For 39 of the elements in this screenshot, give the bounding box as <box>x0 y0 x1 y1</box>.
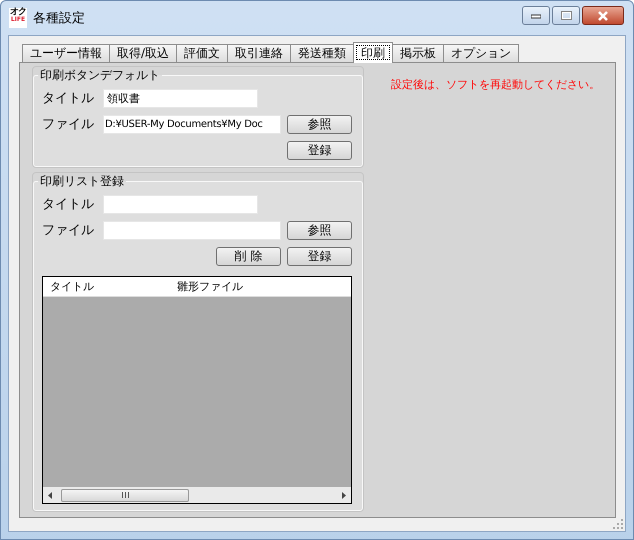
tab[interactable]: 取得/取込 <box>109 44 178 62</box>
tab[interactable]: 評価文 <box>176 44 228 62</box>
minimize-icon <box>531 12 541 18</box>
scroll-left-icon[interactable] <box>48 492 53 498</box>
group-title: 印刷リスト登録 <box>39 173 125 190</box>
scrollbar-thumb[interactable] <box>61 488 189 502</box>
close-button[interactable] <box>582 6 624 25</box>
resize-grip-icon[interactable] <box>613 519 623 529</box>
grip-icon <box>122 492 128 498</box>
group-title: 印刷ボタンデフォルト <box>39 67 161 84</box>
field-label: ファイル <box>42 116 95 133</box>
title-field[interactable] <box>103 194 258 214</box>
horizontal-scrollbar[interactable] <box>43 487 351 503</box>
field-label: タイトル <box>42 90 95 107</box>
notice-text: 設定後は、ソフトを再起動してください。 <box>391 78 600 91</box>
register-button[interactable]: 登録 <box>287 246 352 266</box>
column-header[interactable]: タイトル <box>43 279 170 294</box>
minimize-button[interactable] <box>522 6 550 25</box>
tab[interactable]: 印刷 <box>353 42 394 63</box>
window-title: 各種設定 <box>33 10 86 27</box>
title-field[interactable]: 領収書 <box>103 88 258 108</box>
tab[interactable]: 発送種類 <box>290 44 354 62</box>
field-label: タイトル <box>42 196 95 213</box>
delete-button[interactable]: 削 除 <box>216 246 281 266</box>
tab[interactable]: ユーザー情報 <box>22 44 110 62</box>
field-label: ファイル <box>42 222 95 239</box>
scroll-right-icon[interactable] <box>341 492 346 498</box>
column-header[interactable]: 雛形ファイル <box>170 279 243 294</box>
maximize-button[interactable] <box>552 6 580 25</box>
tab[interactable]: 掲示板 <box>392 44 444 62</box>
file-field[interactable] <box>103 220 281 240</box>
tab[interactable]: オプション <box>443 44 520 62</box>
browse-button[interactable]: 参照 <box>287 114 352 134</box>
tab[interactable]: 取引連絡 <box>227 44 292 62</box>
register-button[interactable]: 登録 <box>287 140 352 160</box>
file-field[interactable]: D:¥USER-My Documents¥My Doc <box>103 114 281 134</box>
maximize-icon <box>560 11 572 20</box>
close-icon <box>597 10 609 20</box>
browse-button[interactable]: 参照 <box>287 220 352 240</box>
